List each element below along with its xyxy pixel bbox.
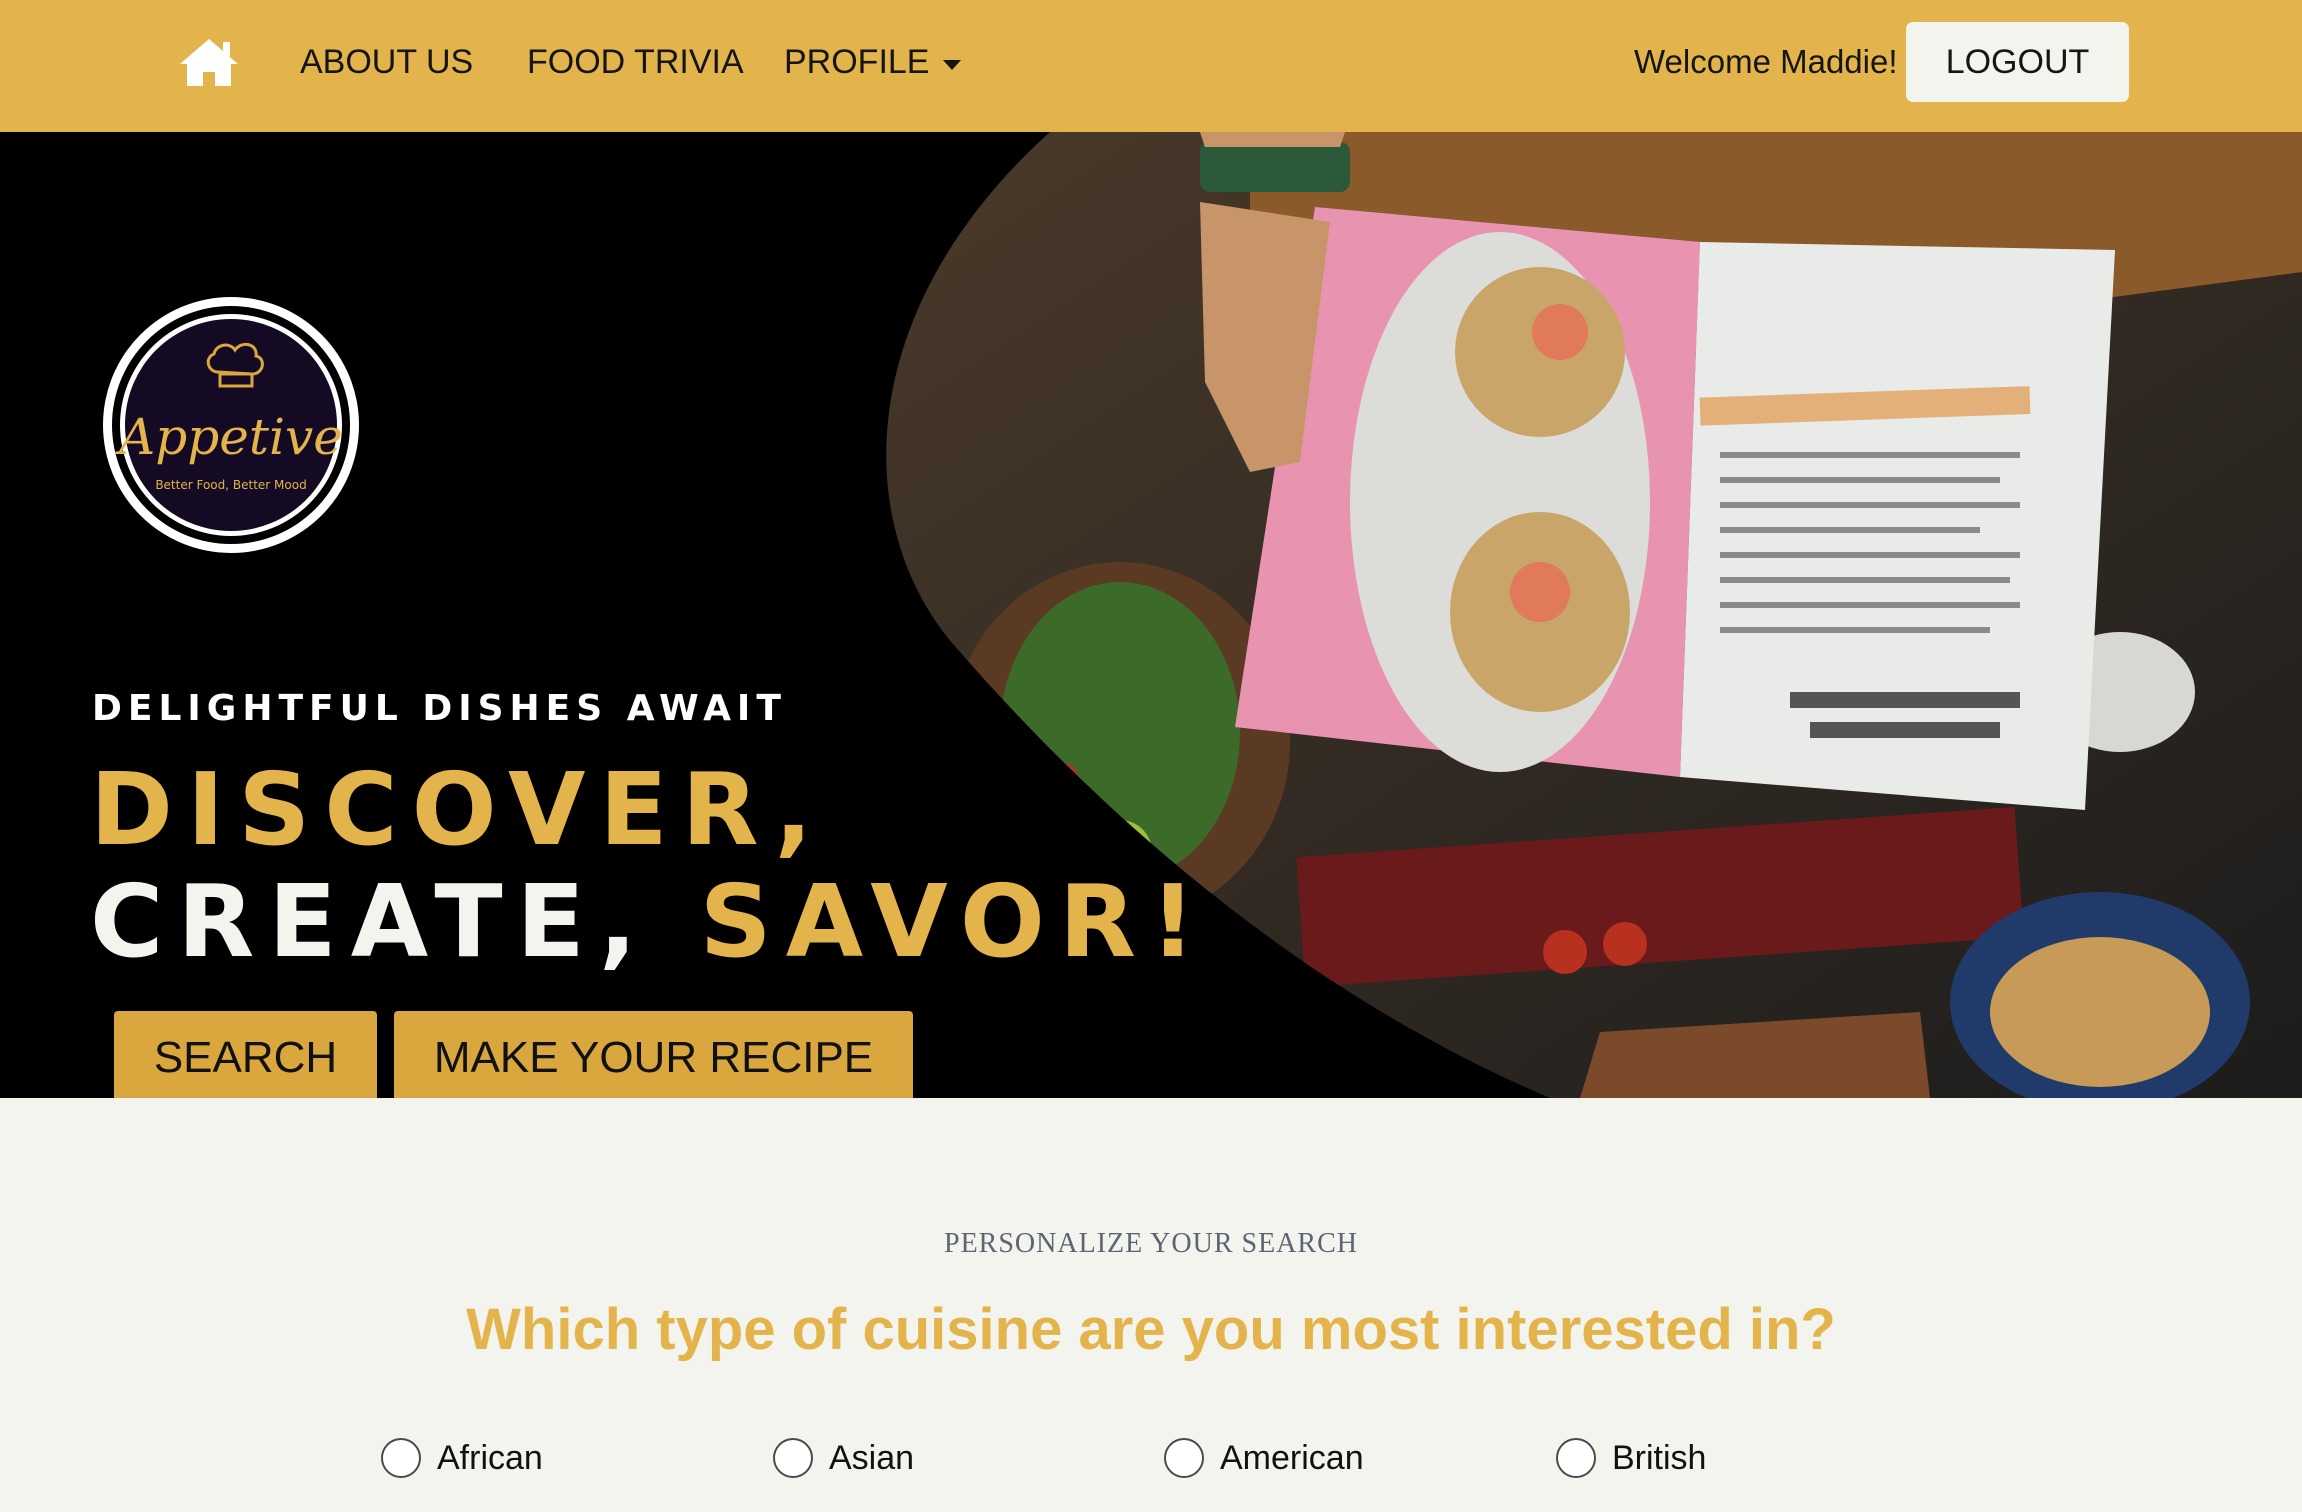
cuisine-option-label: Asian [829, 1438, 915, 1477]
cuisine-option-british[interactable]: British [1556, 1437, 1706, 1479]
radio-button[interactable] [1556, 1438, 1596, 1478]
cuisine-option-label: American [1220, 1438, 1364, 1477]
radio-button[interactable] [1164, 1438, 1204, 1478]
home-icon[interactable] [178, 36, 240, 88]
headline-savor: SAVOR! [699, 863, 1210, 980]
headline-create: CREATE, [90, 863, 651, 980]
cuisine-option-label: British [1612, 1438, 1707, 1477]
nav-about-us[interactable]: ABOUT US [300, 40, 473, 84]
headline-line-1: DISCOVER, [90, 751, 827, 868]
cuisine-option-asian[interactable]: Asian [773, 1437, 914, 1479]
personalize-kicker: PERSONALIZE YOUR SEARCH [944, 1228, 1358, 1259]
nav-food-trivia[interactable]: FOOD TRIVIA [527, 40, 744, 84]
cuisine-option-label: African [437, 1438, 543, 1477]
logo-wordmark: Appetive [115, 408, 343, 466]
nav-profile[interactable]: PROFILE [784, 40, 929, 84]
make-your-recipe-button[interactable]: MAKE YOUR RECIPE [394, 1011, 913, 1098]
hero-section: Appetive Better Food, Better Mood DELIGH… [0, 132, 2302, 1098]
hero-kicker: DELIGHTFUL DISHES AWAIT [92, 688, 787, 729]
search-button[interactable]: SEARCH [114, 1011, 377, 1098]
cuisine-question: Which type of cuisine are you most inter… [466, 1297, 1836, 1362]
logout-button[interactable]: LOGOUT [1906, 22, 2129, 102]
radio-button[interactable] [773, 1438, 813, 1478]
hero-headline: DISCOVER, CREATE, SAVOR! [90, 754, 1210, 978]
caret-down-icon[interactable] [940, 58, 964, 72]
welcome-message: Welcome Maddie! [1634, 43, 1898, 80]
cuisine-option-american[interactable]: American [1164, 1437, 1364, 1479]
radio-button[interactable] [381, 1438, 421, 1478]
logo-tagline: Better Food, Better Mood [155, 478, 306, 492]
top-navbar: ABOUT US FOOD TRIVIA PROFILE Welcome Mad… [0, 0, 2302, 132]
appetive-logo: Appetive Better Food, Better Mood [100, 294, 362, 556]
cuisine-option-african[interactable]: African [381, 1437, 543, 1479]
